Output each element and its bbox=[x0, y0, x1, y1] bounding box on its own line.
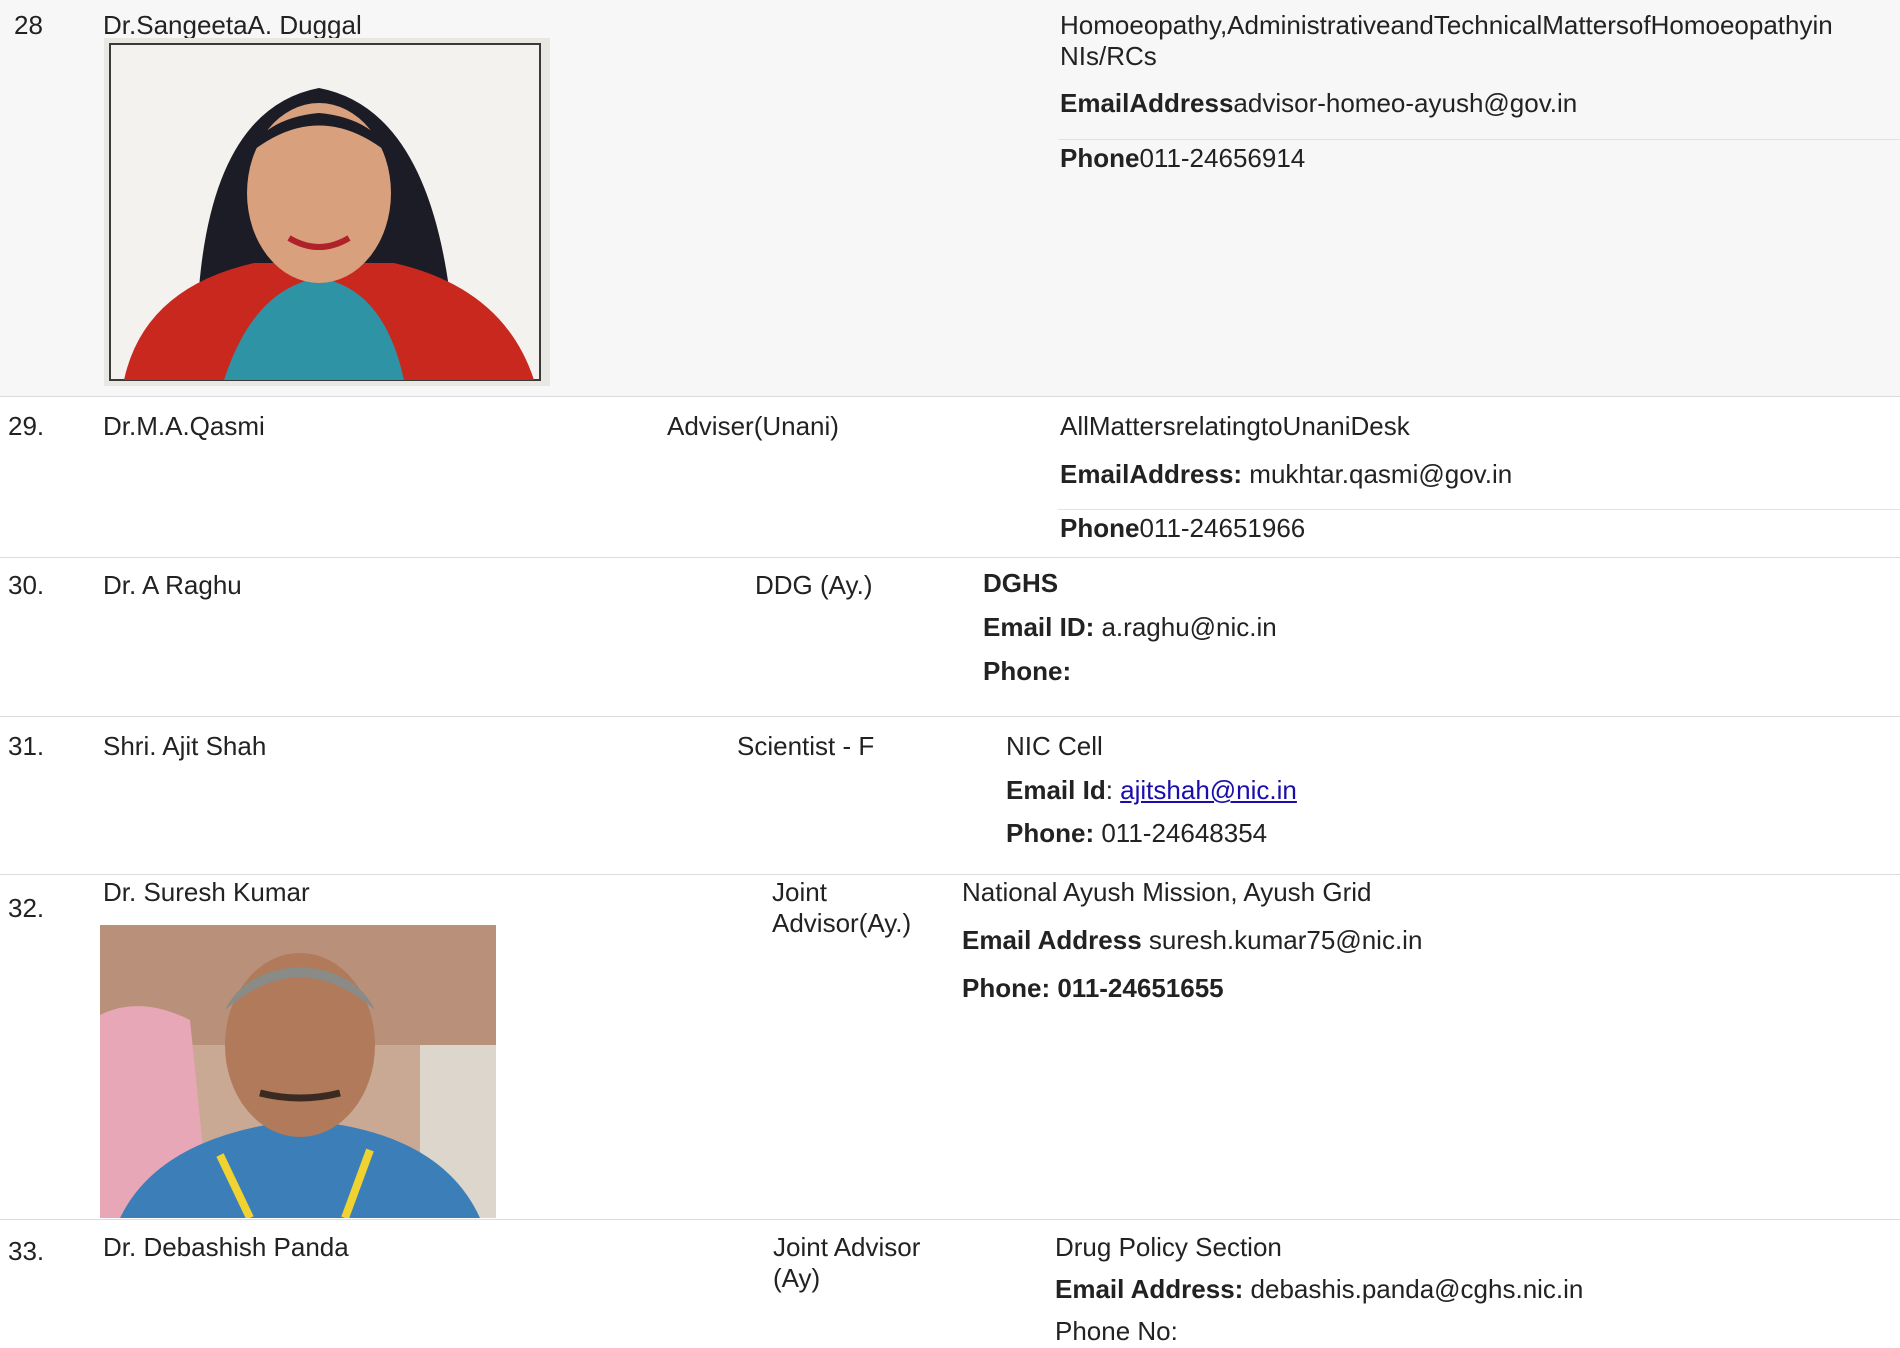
email-label: Email Address bbox=[962, 925, 1142, 955]
email-label: EmailAddress bbox=[1060, 88, 1234, 118]
phone-label: Phone: bbox=[983, 656, 1072, 686]
duty-description: Homoeopathy,AdministrativeandTechnicalMa… bbox=[1060, 10, 1833, 40]
email-line: Email Address suresh.kumar75@nic.in bbox=[962, 925, 1422, 956]
serial-number: 31. bbox=[8, 731, 45, 761]
designation: Joint Advisor bbox=[773, 1232, 921, 1262]
phone-number: 011-24656914 bbox=[1139, 143, 1306, 173]
phone-line: Phone011-24651966 bbox=[1060, 513, 1305, 544]
phone-line: Phone: bbox=[983, 656, 1071, 687]
email-address: suresh.kumar75@nic.in bbox=[1141, 925, 1423, 955]
email-address: a.raghu@nic.in bbox=[1094, 612, 1277, 642]
divider bbox=[1058, 509, 1900, 510]
email-line: Email ID: a.raghu@nic.in bbox=[983, 612, 1277, 643]
divider bbox=[1058, 139, 1900, 140]
table-row: 30. Dr. A Raghu DDG (Ay.) DGHS Email ID:… bbox=[0, 558, 1900, 717]
officer-name: Dr.SangeetaA. Duggal bbox=[103, 10, 362, 40]
duty-text: DGHS bbox=[983, 568, 1059, 598]
duty-description: National Ayush Mission, Ayush Grid bbox=[962, 877, 1372, 907]
email-label: Email Id bbox=[1006, 775, 1106, 805]
serial-number: 33. bbox=[8, 1236, 45, 1266]
table-row: 28 Dr.SangeetaA. Duggal Homoeopathy,Admi… bbox=[0, 0, 1900, 397]
serial-number: 30. bbox=[8, 570, 45, 600]
designation: DDG (Ay.) bbox=[755, 570, 873, 600]
serial-number: 28 bbox=[14, 10, 43, 40]
phone-line: Phone011-24656914 bbox=[1060, 143, 1305, 174]
duty-description: AllMattersrelatingtoUnaniDesk bbox=[1060, 411, 1410, 441]
email-address: debashis.panda@cghs.nic.in bbox=[1243, 1274, 1584, 1304]
designation: Scientist - F bbox=[737, 731, 875, 761]
phone-number: 011-24648354 bbox=[1094, 818, 1268, 848]
duty-description: DGHS bbox=[983, 568, 1058, 599]
officer-name: Dr. A Raghu bbox=[103, 570, 242, 600]
officer-name: Dr.M.A.Qasmi bbox=[103, 411, 265, 441]
phone-label: Phone: 011-24651655 bbox=[962, 973, 1224, 1003]
serial-number: 32. bbox=[8, 893, 45, 923]
designation-cont: Advisor(Ay.) bbox=[772, 908, 912, 938]
officer-name: Dr. Debashish Panda bbox=[103, 1232, 349, 1262]
duty-description: Drug Policy Section bbox=[1055, 1232, 1282, 1262]
table-row: 29. Dr.M.A.Qasmi Adviser(Unani) AllMatte… bbox=[0, 397, 1900, 558]
officer-name: Shri. Ajit Shah bbox=[103, 731, 267, 761]
email-label: EmailAddress: bbox=[1060, 459, 1243, 489]
table-row: 32. Dr. Suresh Kumar Joint Advisor(Ay.) … bbox=[0, 875, 1900, 1220]
email-address: advisor-homeo-ayush@gov.in bbox=[1233, 88, 1578, 118]
phone-number: 011-24651966 bbox=[1139, 513, 1306, 543]
serial-number: 29. bbox=[8, 411, 45, 441]
phone-line: Phone No: bbox=[1055, 1316, 1178, 1346]
email-link[interactable]: ajitshah@nic.in bbox=[1120, 775, 1297, 805]
email-separator: : bbox=[1105, 775, 1121, 805]
duty-description-cont: NIs/RCs bbox=[1060, 41, 1157, 71]
phone-line: Phone: 011-24648354 bbox=[1006, 818, 1267, 849]
duty-description: NIC Cell bbox=[1006, 731, 1103, 761]
table-row: 31. Shri. Ajit Shah Scientist - F NIC Ce… bbox=[0, 717, 1900, 875]
designation: Joint bbox=[772, 877, 827, 907]
phone-label: Phone: bbox=[1006, 818, 1095, 848]
officer-name: Dr. Suresh Kumar bbox=[103, 877, 310, 907]
email-line: Email Address: debashis.panda@cghs.nic.i… bbox=[1055, 1274, 1583, 1305]
designation-cont: (Ay) bbox=[773, 1263, 821, 1293]
email-line: Email Id: ajitshah@nic.in bbox=[1006, 775, 1297, 806]
phone-label: Phone bbox=[1060, 513, 1140, 543]
officer-photo bbox=[104, 38, 550, 386]
email-line: EmailAddressadvisor-homeo-ayush@gov.in bbox=[1060, 88, 1577, 119]
email-label: Email Address: bbox=[1055, 1274, 1244, 1304]
email-label: Email ID: bbox=[983, 612, 1095, 642]
table-row: 33. Dr. Debashish Panda Joint Advisor (A… bbox=[0, 1220, 1900, 1348]
email-line: EmailAddress: mukhtar.qasmi@gov.in bbox=[1060, 459, 1512, 490]
designation: Adviser(Unani) bbox=[667, 411, 839, 441]
phone-line: Phone: 011-24651655 bbox=[962, 973, 1224, 1004]
email-address: mukhtar.qasmi@gov.in bbox=[1242, 459, 1513, 489]
officer-photo bbox=[100, 925, 496, 1218]
phone-label: Phone bbox=[1060, 143, 1140, 173]
